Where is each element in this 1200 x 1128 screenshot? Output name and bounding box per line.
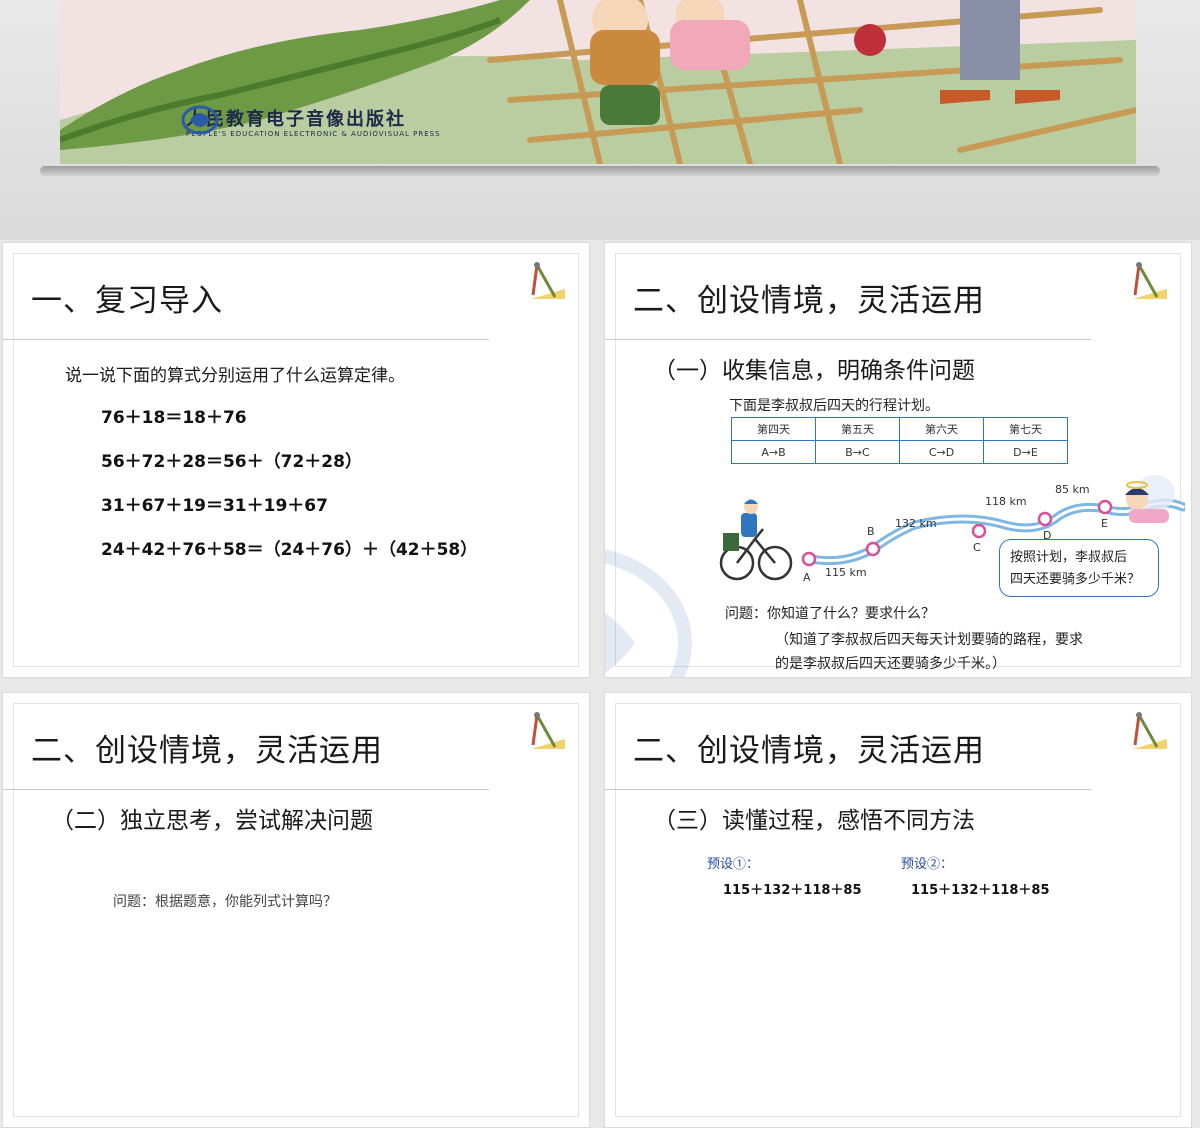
plan-header-cell: 第七天: [983, 417, 1068, 441]
route-marker-d: [1037, 511, 1053, 527]
ruler-compass-icon: [531, 712, 565, 749]
distance-label: 132 km: [895, 517, 937, 530]
cover-artwork: [60, 0, 1136, 164]
publisher-name-en: PEOPLE'S EDUCATION ELECTRONIC & AUDIOVIS…: [186, 129, 441, 138]
section-subhead: （二）独立思考，尝试解决问题: [51, 808, 373, 834]
question-line: 问题：你知道了什么？要求什么？: [725, 606, 935, 622]
plan-route-cell: B→C: [815, 440, 900, 464]
ruler-compass-icon: [531, 262, 565, 299]
publisher-name-cn: 人民教育电子音像出版社: [186, 108, 406, 130]
preset-label-1: 预设①：: [707, 857, 760, 872]
review-prompt: 说一说下面的算式分别运用了什么运算定律。: [65, 366, 405, 386]
equation-2: 56＋72＋28＝56＋（72＋28）: [101, 452, 362, 472]
slide-review[interactable]: 一、复习导入 说一说下面的算式分别运用了什么运算定律。 76＋18＝18＋76 …: [2, 242, 590, 678]
distance-label: 115 km: [825, 566, 867, 579]
equation-3: 31＋67＋19＝31＋19＋67: [101, 496, 328, 516]
question-line: 问题：根据题意，你能列式计算吗？: [113, 894, 337, 910]
slide-independent-thinking[interactable]: 二、创设情境，灵活运用 （二）独立思考，尝试解决问题 问题：根据题意，你能列式计…: [2, 692, 590, 1128]
route-marker-b: [865, 541, 881, 557]
equation-1: 76＋18＝18＋76: [101, 408, 247, 428]
speech-line: 按照计划，李叔叔后: [1010, 550, 1128, 565]
title-divider: [3, 789, 489, 790]
cover-shadow: [40, 166, 1160, 176]
ruler-compass-icon: [1133, 712, 1167, 749]
answer-line: （知道了李叔叔后四天每天计划要骑的路程，要求: [775, 632, 1083, 648]
slide-title: 二、创设情境，灵活运用: [31, 733, 383, 769]
plan-route-cell: A→B: [731, 440, 816, 464]
plan-header-cell: 第四天: [731, 417, 816, 441]
route-point-label: B: [867, 525, 875, 538]
speech-line: 四天还要骑多少千米？: [1010, 572, 1141, 587]
speech-bubble: 按照计划，李叔叔后 四天还要骑多少千米？: [999, 539, 1159, 597]
publisher-logo-icon: [181, 105, 219, 135]
section-subhead: （三）读懂过程，感悟不同方法: [653, 808, 975, 834]
answer-line: 的是李叔叔后四天还要骑多少千米。）: [775, 656, 1006, 672]
route-marker-a: [801, 551, 817, 567]
slide-title: 二、创设情境，灵活运用: [633, 283, 985, 319]
preset-expression-1: 115＋132＋118＋85: [723, 883, 862, 898]
plan-header-cell: 第六天: [899, 417, 984, 441]
ruler-compass-icon: [1133, 262, 1167, 299]
section-subhead: （一）收集信息，明确条件问题: [653, 358, 975, 384]
slide-methods[interactable]: 二、创设情境，灵活运用 （三）读懂过程，感悟不同方法 预设①： 预设②： 115…: [604, 692, 1192, 1128]
slide-title: 一、复习导入: [31, 283, 223, 319]
cyclist-icon: [719, 499, 793, 581]
plan-route-cell: C→D: [899, 440, 984, 464]
plan-route-cell: D→E: [983, 440, 1068, 464]
route-point-label: C: [973, 541, 981, 554]
slide-scenario-info[interactable]: 二、创设情境，灵活运用 （一）收集信息，明确条件问题 下面是李叔叔后四天的行程计…: [604, 242, 1192, 678]
plan-table: 第四天 第五天 第六天 第七天 A→B B→C C→D D→E: [731, 417, 1068, 464]
plan-intro: 下面是李叔叔后四天的行程计划。: [729, 398, 939, 414]
route-marker-e: [1097, 499, 1113, 515]
plan-route-row: A→B B→C C→D D→E: [731, 440, 1068, 464]
route-marker-c: [971, 523, 987, 539]
route-point-label: E: [1101, 517, 1108, 530]
publisher-logo-block: 人民教育电子音像出版社 PEOPLE'S EDUCATION ELECTRONI…: [180, 104, 441, 138]
distance-label: 85 km: [1055, 483, 1090, 496]
distance-label: 118 km: [985, 495, 1027, 508]
route-point-label: A: [803, 571, 811, 584]
plan-header-row: 第四天 第五天 第六天 第七天: [731, 417, 1068, 441]
preset-label-2: 预设②：: [901, 857, 954, 872]
title-divider: [605, 789, 1091, 790]
plan-header-cell: 第五天: [815, 417, 900, 441]
title-divider: [3, 339, 489, 340]
slide-title: 二、创设情境，灵活运用: [633, 733, 985, 769]
preset-expression-2: 115＋132＋118＋85: [911, 883, 1050, 898]
cover-illustration: 人民教育电子音像出版社 PEOPLE'S EDUCATION ELECTRONI…: [60, 0, 1136, 164]
equation-4: 24＋42＋76＋58＝（24＋76）＋（42＋58）: [101, 540, 478, 560]
angel-girl-icon: [1125, 475, 1175, 523]
title-divider: [605, 339, 1091, 340]
watermark-logo-icon: [605, 549, 692, 677]
